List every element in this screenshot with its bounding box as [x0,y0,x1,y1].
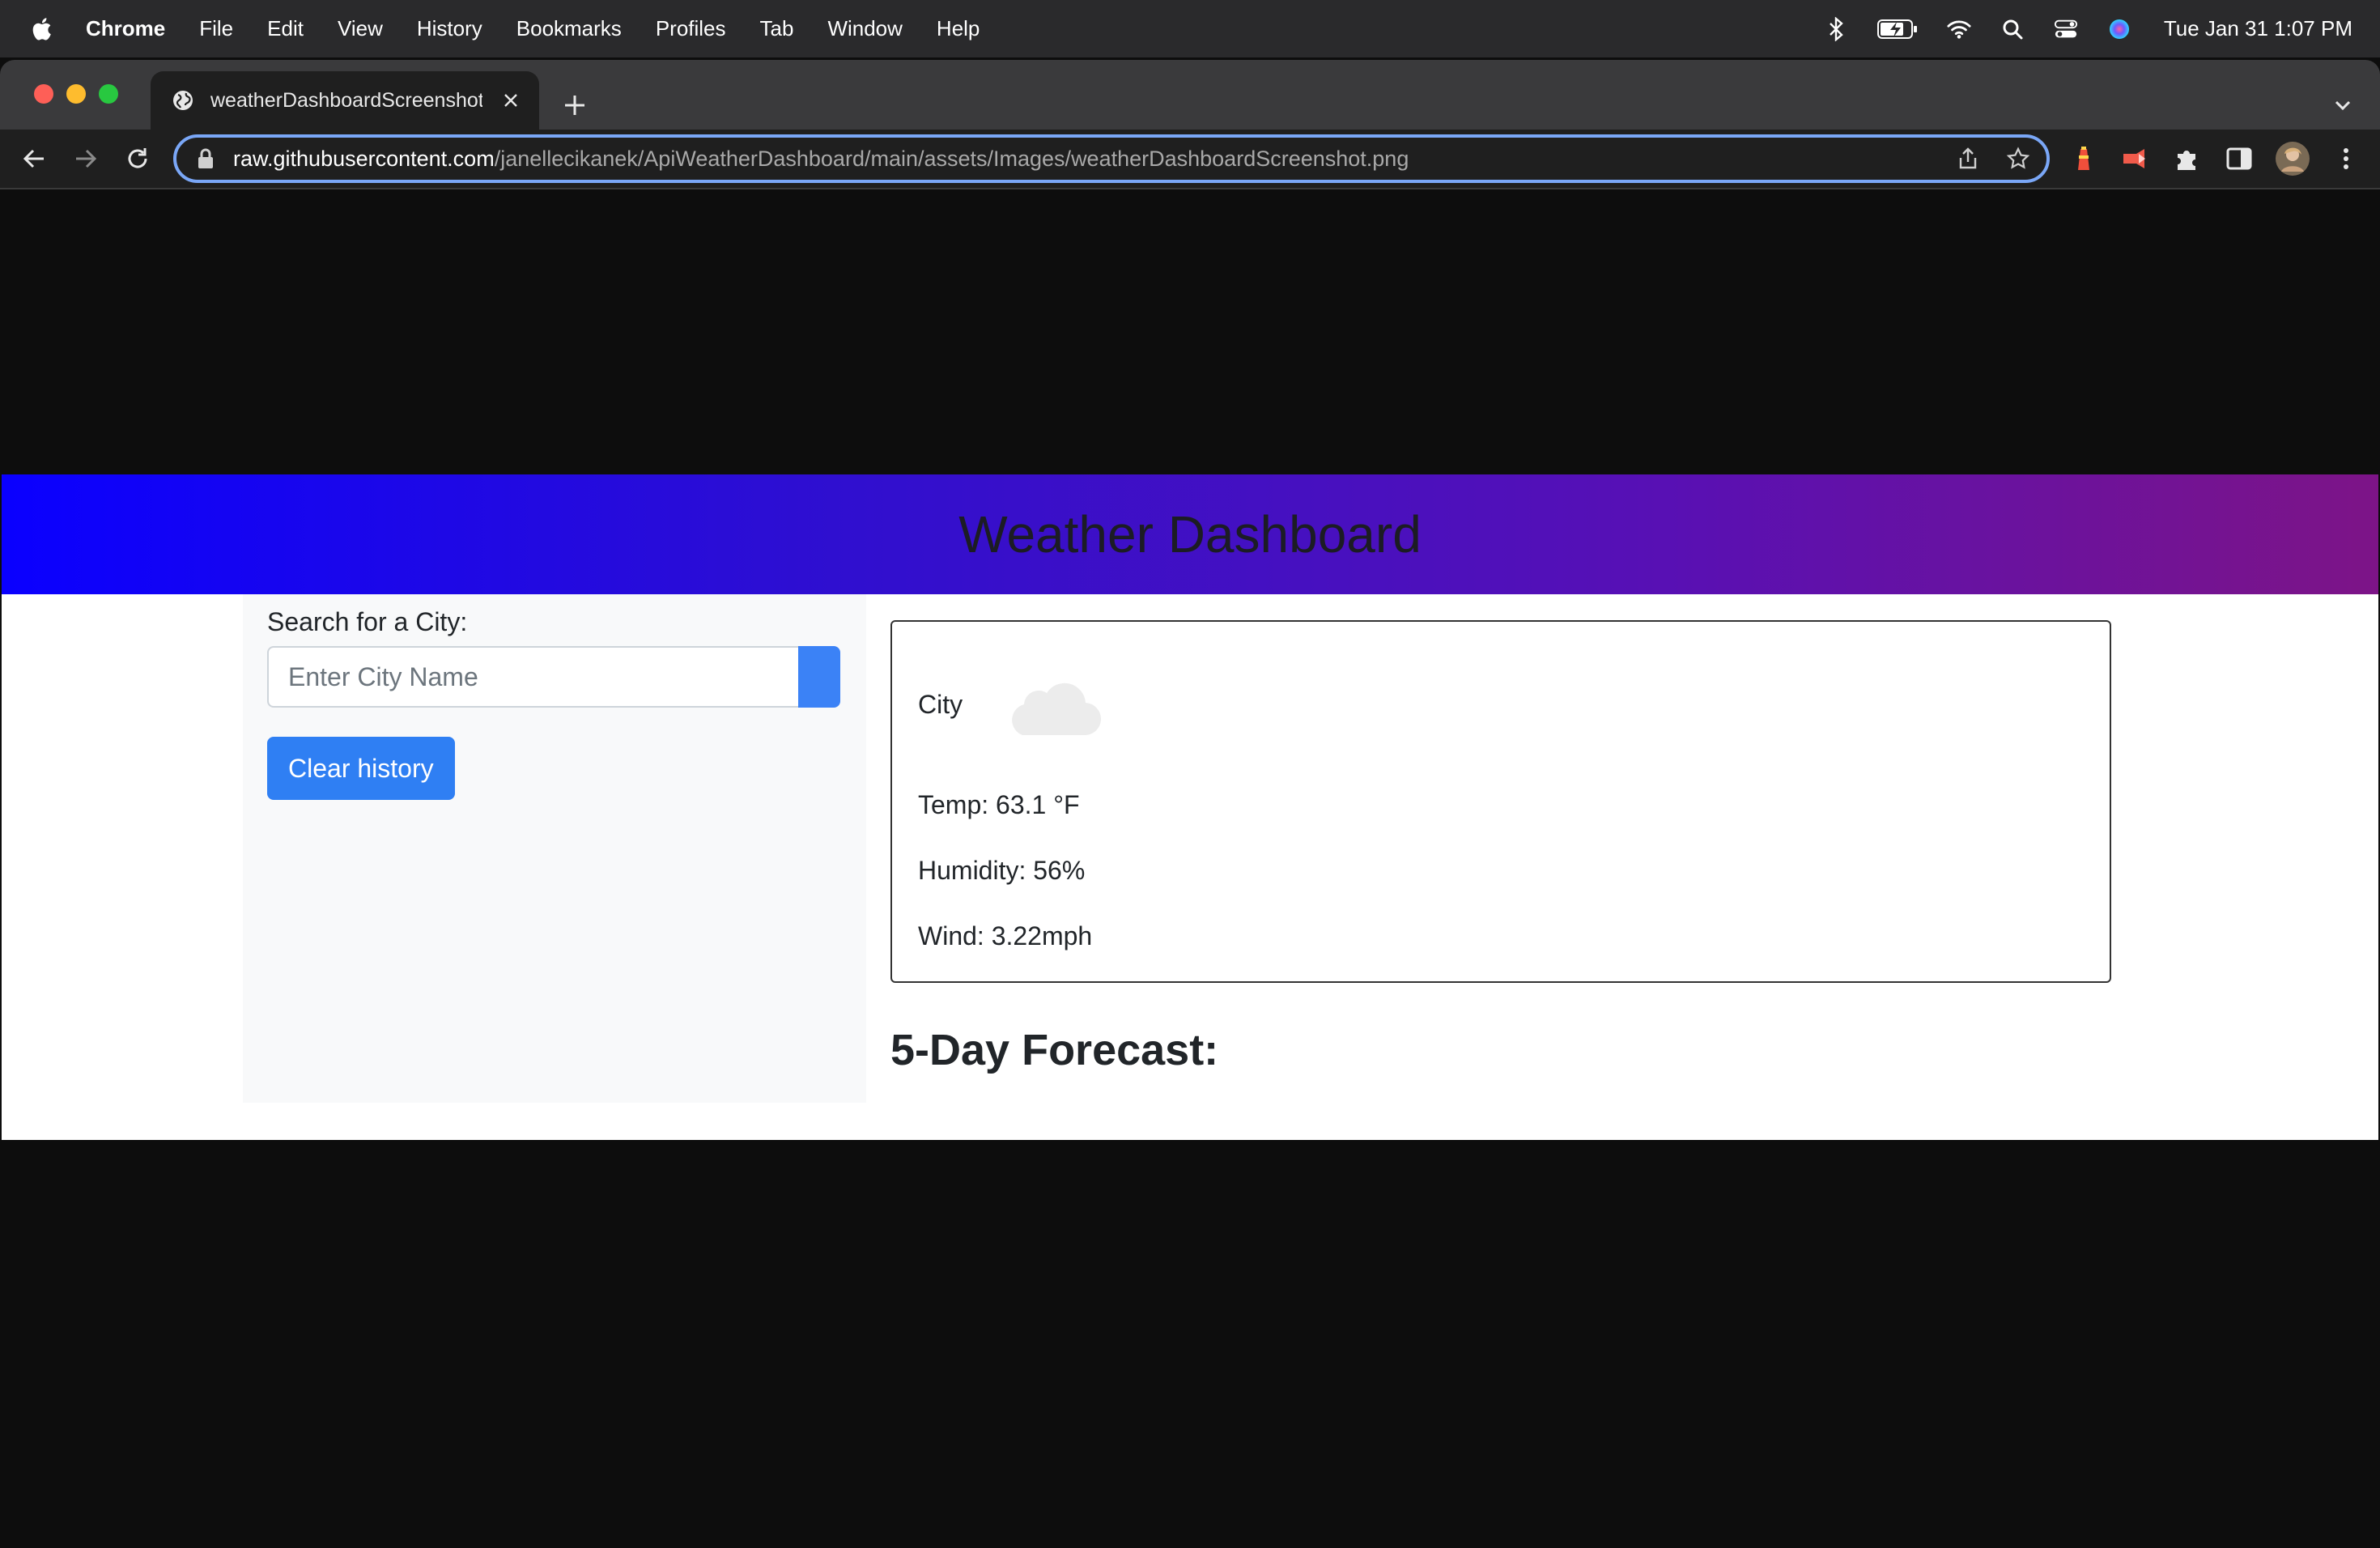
wifi-icon[interactable] [1947,17,1971,41]
lock-icon[interactable] [196,147,215,170]
header-banner: Weather Dashboard [2,474,2378,594]
menu-bookmarks[interactable]: Bookmarks [516,16,622,41]
search-group [267,646,840,708]
menu-help[interactable]: Help [937,16,980,41]
siri-icon[interactable] [2107,17,2131,41]
tab-search-chevron-icon[interactable] [2330,92,2356,118]
weather-dashboard-screenshot: Weather Dashboard Search for a City: Cle… [2,474,2378,1140]
extension-video-icon[interactable] [2121,144,2150,173]
menu-edit[interactable]: Edit [267,16,304,41]
menu-window[interactable]: Window [827,16,902,41]
browser-tab[interactable]: weatherDashboardScreenshot.png [151,71,539,130]
search-sidebar: Search for a City: Clear history [243,594,866,1103]
control-center-icon[interactable] [2054,17,2078,41]
zoom-window-button[interactable] [99,84,118,104]
battery-icon[interactable] [1876,17,1918,41]
city-row: City [918,670,1102,738]
forecast-heading: 5-Day Forecast: [890,1026,1219,1074]
address-bar[interactable]: raw.githubusercontent.com/janellecikanek… [173,134,2050,183]
puzzle-icon[interactable] [2173,144,2202,173]
forward-arrow-icon[interactable] [71,144,100,173]
url-path: /janellecikanek/ApiWeatherDashboard/main… [494,146,1409,171]
browser-window: weatherDashboardScreenshot.png raw.githu… [0,60,2380,1548]
side-panel-icon[interactable] [2225,144,2254,173]
menu-clock[interactable]: Tue Jan 31 1:07 PM [2164,16,2352,41]
reload-icon[interactable] [123,144,152,173]
city-search-input[interactable] [267,646,798,708]
humidity-value: Humidity: 56% [918,856,1086,885]
current-weather-card: City Temp: 63.1 °F Humidity: 56% Wind: 3… [890,620,2111,983]
tab-title: weatherDashboardScreenshot.png [210,88,482,112]
menu-view[interactable]: View [338,16,383,41]
avatar[interactable] [2275,141,2310,176]
page-title: Weather Dashboard [958,505,1422,563]
url-host: raw.githubusercontent.com [233,146,495,171]
bluetooth-icon[interactable] [1824,16,1848,41]
wind-value: Wind: 3.22mph [918,921,1093,950]
back-arrow-icon[interactable] [19,144,49,173]
extension-lighthouse-icon[interactable] [2069,144,2098,173]
city-name: City [918,689,963,719]
tab-strip: weatherDashboardScreenshot.png [0,60,2380,130]
clear-history-button[interactable]: Clear history [267,737,455,800]
search-label: Search for a City: [267,607,468,636]
cloud-icon [1012,683,1102,736]
share-icon[interactable] [1956,147,1980,171]
search-button[interactable] [798,646,840,708]
temperature-value: Temp: 63.1 °F [918,790,1080,819]
star-icon[interactable] [2006,147,2030,171]
kebab-menu-icon[interactable] [2331,144,2361,173]
spotlight-icon[interactable] [2000,17,2025,41]
new-tab-icon[interactable] [559,89,591,121]
macos-menu-bar: Chrome File Edit View History Bookmarks … [0,0,2380,57]
apple-icon[interactable] [29,15,57,43]
status-area: Tue Jan 31 1:07 PM [1795,16,2352,41]
menu-profiles[interactable]: Profiles [656,16,726,41]
image-viewer: Weather Dashboard Search for a City: Cle… [0,189,2380,1548]
minimize-window-button[interactable] [66,84,86,104]
menu-tab[interactable]: Tab [760,16,794,41]
menu-chrome[interactable]: Chrome [86,16,165,41]
menu-file[interactable]: File [199,16,233,41]
globe-icon [173,91,193,110]
close-window-button[interactable] [34,84,53,104]
browser-toolbar: raw.githubusercontent.com/janellecikanek… [0,130,2380,189]
menu-history[interactable]: History [417,16,482,41]
close-tab-icon[interactable] [499,88,523,113]
